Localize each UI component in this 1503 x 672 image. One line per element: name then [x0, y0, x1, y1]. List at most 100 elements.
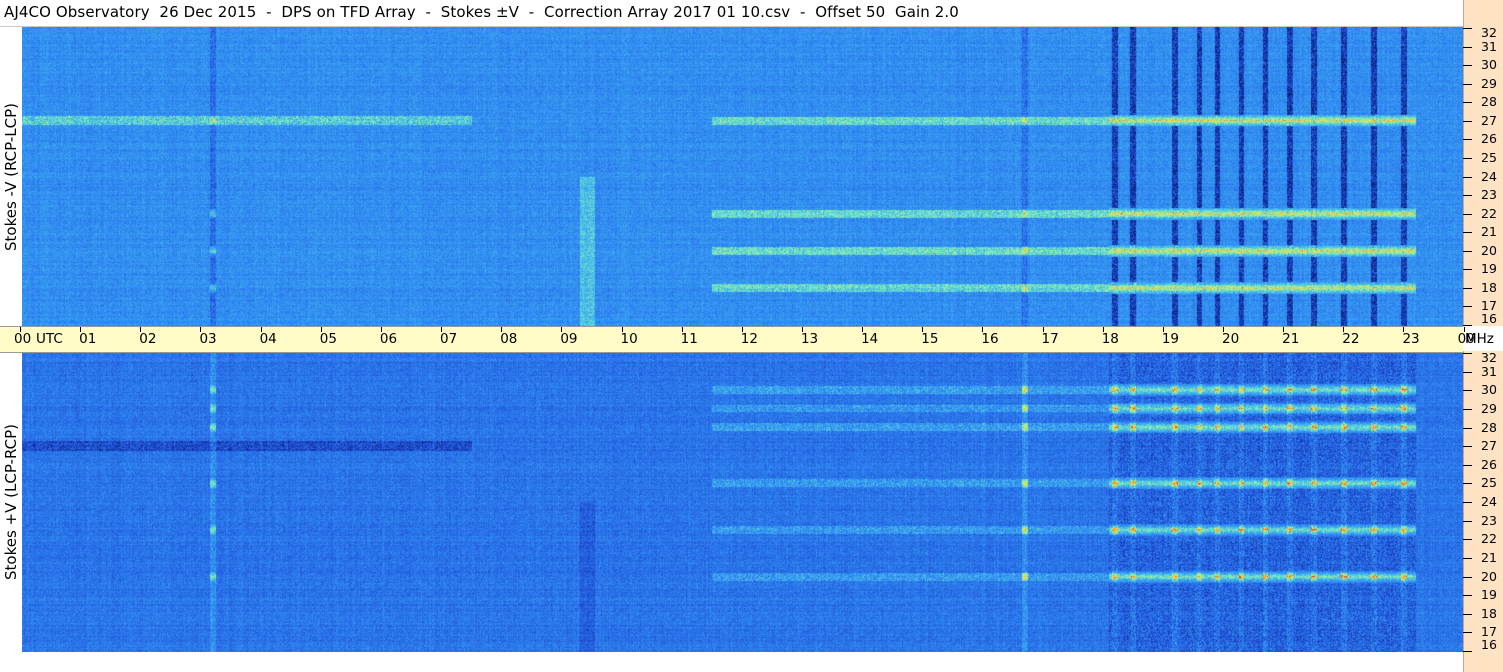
time-tick-mark	[20, 327, 21, 332]
frequency-tick-mark	[1463, 269, 1472, 270]
time-tick-mark	[982, 327, 984, 332]
frequency-tick-mark	[1463, 139, 1472, 140]
time-tick-mark	[621, 327, 623, 332]
bottom-ylabel-area: Stokes +V (LCP-RCP)	[0, 352, 22, 652]
top-ylabel-area: Stokes -V (RCP-LCP)	[0, 27, 22, 326]
frequency-tick-mark	[1463, 177, 1472, 178]
frequency-tick-mark	[1463, 595, 1472, 596]
time-axis: UTC MHz 00 01 02 03 04 05 06 07 08 09 10 11 12 13 14 15…	[0, 326, 1494, 353]
time-tick-label: 02	[139, 331, 157, 347]
frequency-tick-mark	[1463, 390, 1472, 391]
frequency-tick-label: 29	[1481, 400, 1497, 416]
frequency-tick-mark	[1463, 158, 1472, 159]
frequency-tick-label: 22	[1481, 205, 1497, 221]
time-tick-label: 14	[861, 331, 879, 347]
title-bar: AJ4CO Observatory 26 Dec 2015 - DPS on T…	[0, 0, 1463, 27]
chart-title: AJ4CO Observatory 26 Dec 2015 - DPS on T…	[4, 3, 959, 21]
frequency-tick-label: 22	[1481, 531, 1497, 547]
frequency-tick-mark	[1463, 632, 1472, 633]
time-tick-mark	[1162, 327, 1164, 332]
time-tick-mark	[441, 327, 443, 332]
time-tick-label: 15	[921, 331, 939, 347]
frequency-tick-mark	[1463, 483, 1472, 484]
frequency-tick-mark	[1463, 372, 1472, 373]
bottom-ylabel: Stokes +V (LCP-RCP)	[2, 424, 20, 580]
frequency-tick-label: 31	[1481, 38, 1497, 54]
frequency-tick-label: 19	[1481, 261, 1497, 277]
frequency-tick-mark	[1463, 232, 1472, 233]
time-tick-label: 13	[800, 331, 819, 347]
frequency-tick-label: 32	[1481, 350, 1497, 365]
time-tick-mark	[862, 327, 864, 332]
frequency-tick-label: 17	[1481, 624, 1497, 640]
time-tick-mark	[1403, 327, 1405, 332]
time-tick-label: 06	[379, 331, 398, 347]
bottom-spectrogram	[22, 352, 1463, 652]
time-tick-mark	[501, 327, 503, 332]
time-tick-label: 11	[680, 331, 698, 347]
top-spectrogram-canvas	[22, 27, 1463, 326]
time-tick-mark	[200, 327, 202, 332]
frequency-tick-mark	[1463, 102, 1472, 103]
frequency-tick-mark	[1463, 558, 1472, 559]
time-tick-label: 17	[1041, 331, 1059, 347]
time-tick-label: 20	[1222, 331, 1240, 347]
utc-label: UTC	[36, 331, 63, 347]
time-tick-mark	[260, 327, 262, 332]
bottom-spectrogram-canvas	[22, 352, 1463, 652]
frequency-tick-mark	[1463, 214, 1472, 215]
time-tick-label: 21	[1282, 331, 1300, 347]
time-tick-mark	[80, 327, 82, 332]
frequency-tick-label: 17	[1481, 298, 1497, 314]
frequency-tick-label: 30	[1481, 382, 1497, 398]
frequency-tick-mark	[1463, 521, 1472, 522]
time-tick-mark	[922, 327, 924, 332]
time-tick-mark	[681, 327, 683, 332]
frequency-tick-mark	[1463, 577, 1472, 578]
frequency-tick-label: 30	[1481, 57, 1497, 73]
time-tick-mark	[320, 327, 322, 332]
frequency-tick-mark	[1463, 288, 1472, 289]
top-ylabel: Stokes -V (RCP-LCP)	[2, 102, 20, 251]
frequency-tick-label: 18	[1481, 605, 1497, 621]
time-tick-mark	[140, 327, 142, 332]
frequency-tick-mark	[1463, 539, 1472, 540]
time-tick-label: 08	[500, 331, 518, 347]
frequency-tick-label: 23	[1481, 187, 1497, 203]
time-tick-label: 03	[199, 331, 217, 347]
frequency-tick-mark	[1463, 428, 1472, 429]
frequency-tick-label: 28	[1481, 419, 1497, 435]
time-tick-mark	[1343, 327, 1345, 332]
frequency-tick-mark	[1463, 28, 1472, 29]
frequency-tick-label: 20	[1481, 568, 1497, 584]
frequency-tick-mark	[1463, 502, 1472, 503]
time-tick-label: 00	[14, 331, 32, 347]
time-tick-label: 23	[1402, 331, 1420, 347]
time-tick-mark	[1102, 327, 1104, 332]
time-tick-mark	[741, 327, 743, 332]
time-tick-label: 12	[740, 331, 758, 347]
frequency-tick-label: 28	[1481, 94, 1497, 110]
time-tick-label: 16	[981, 331, 999, 347]
frequency-tick-mark	[1463, 325, 1472, 326]
time-tick-label: 07	[440, 331, 458, 347]
frequency-tick-label: 29	[1481, 75, 1497, 91]
frequency-tick-mark	[1463, 446, 1472, 447]
frequency-tick-label: 27	[1481, 438, 1497, 454]
frequency-tick-label: 32	[1481, 25, 1497, 40]
time-tick-label: 00	[1457, 331, 1475, 347]
time-tick-label: 05	[319, 331, 337, 347]
time-tick-mark	[1283, 327, 1285, 332]
frequency-tick-mark	[1463, 353, 1472, 354]
top-spectrogram	[22, 27, 1463, 326]
frequency-tick-label: 26	[1481, 456, 1497, 472]
time-tick-label: 04	[259, 331, 277, 347]
frequency-tick-label: 21	[1481, 224, 1497, 240]
frequency-tick-mark	[1463, 614, 1472, 615]
frequency-tick-label: 27	[1481, 112, 1497, 128]
frequency-tick-mark	[1463, 121, 1472, 122]
frequency-tick-mark	[1463, 465, 1472, 466]
frequency-tick-mark	[1463, 84, 1472, 85]
frequency-tick-label: 25	[1481, 149, 1497, 165]
frequency-tick-label: 31	[1481, 363, 1497, 379]
